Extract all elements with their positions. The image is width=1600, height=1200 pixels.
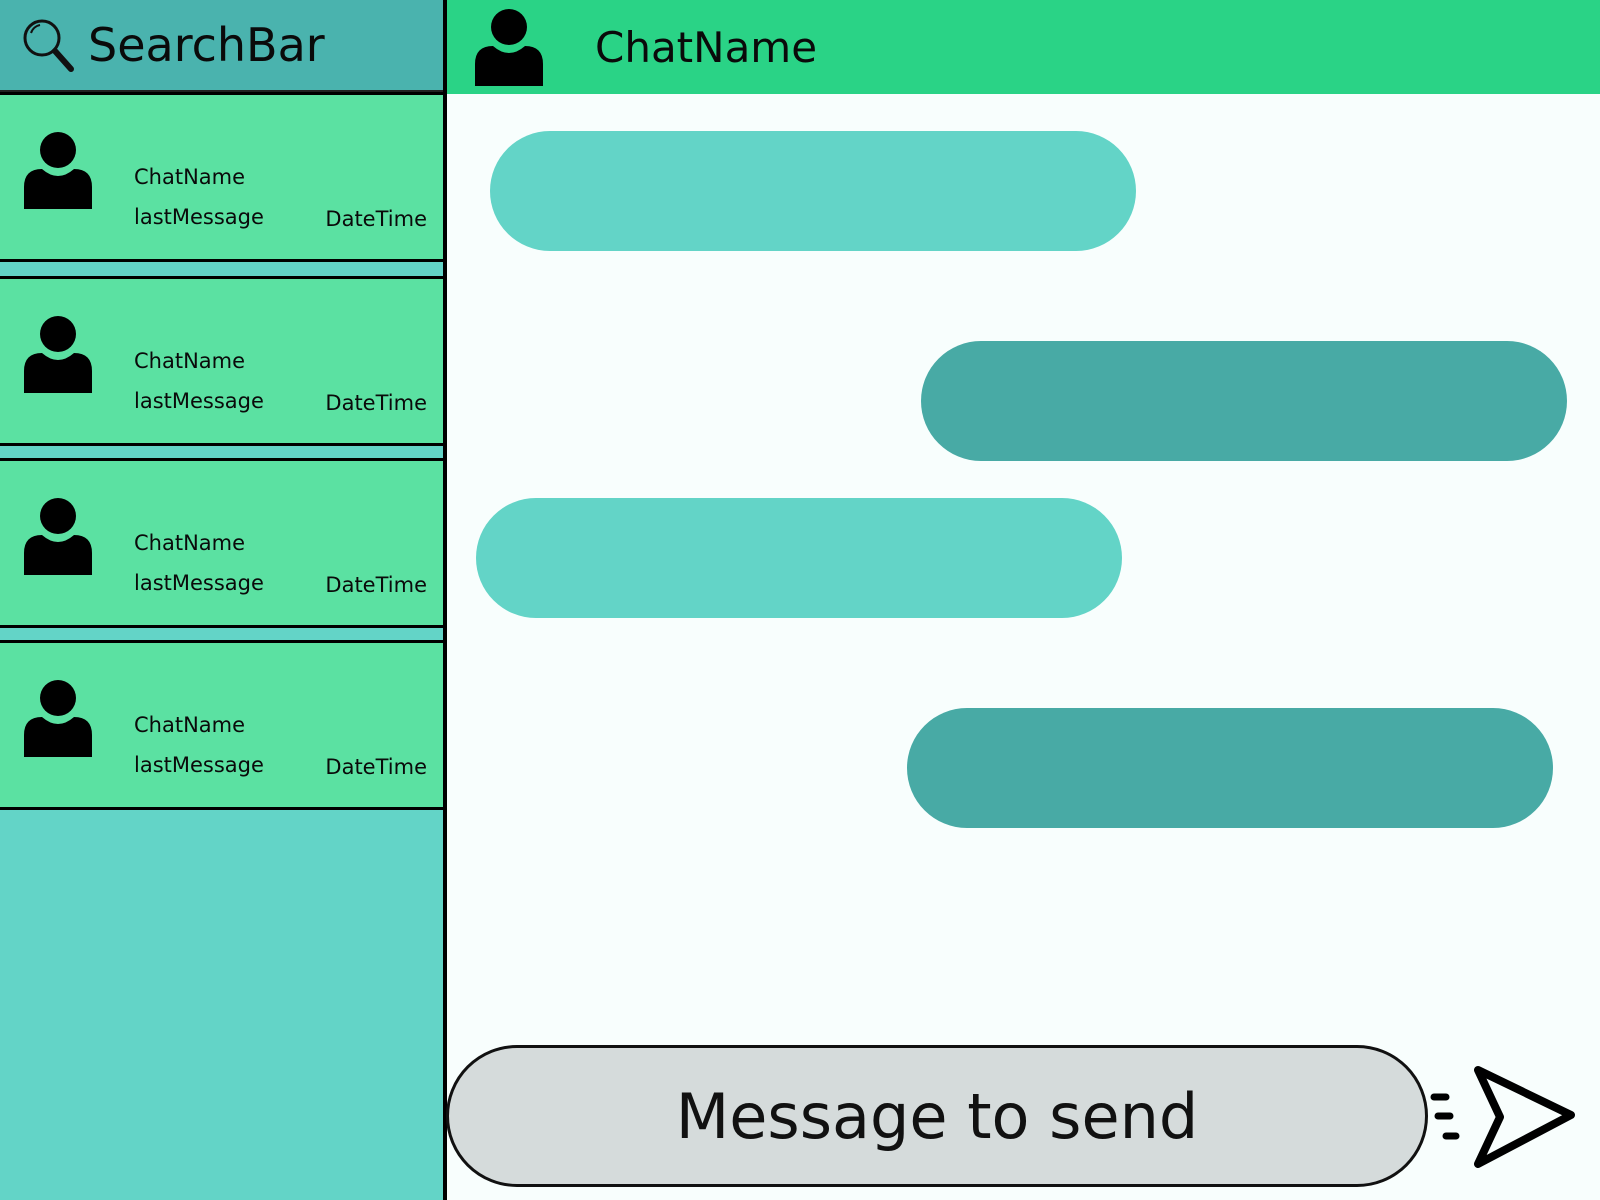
search-label: SearchBar: [88, 18, 325, 72]
chat-name: ChatName: [134, 349, 246, 373]
user-avatar-icon: [24, 498, 92, 575]
user-avatar-icon: [475, 9, 543, 86]
sidebar-divider: [443, 0, 447, 1200]
chat-header: ChatName: [447, 0, 1600, 94]
sent-message-bubble: [907, 708, 1553, 828]
chat-list-item[interactable]: ChatName lastMessage DateTime: [0, 276, 443, 446]
chat-name: ChatName: [134, 531, 246, 555]
chat-name: ChatName: [134, 165, 246, 189]
chat-list-sidebar: SearchBar ChatName lastMessage DateTime …: [0, 0, 443, 1200]
date-time: DateTime: [325, 207, 427, 231]
date-time: DateTime: [325, 755, 427, 779]
send-icon[interactable]: [1428, 1060, 1578, 1175]
search-bar[interactable]: SearchBar: [0, 0, 443, 92]
last-message: lastMessage: [134, 571, 264, 595]
message-composer[interactable]: [446, 1045, 1428, 1187]
sent-message-bubble: [921, 341, 1567, 461]
chat-list-item[interactable]: ChatName lastMessage DateTime: [0, 92, 443, 262]
last-message: lastMessage: [134, 753, 264, 777]
date-time: DateTime: [325, 391, 427, 415]
received-message-bubble: [490, 131, 1136, 251]
last-message: lastMessage: [134, 205, 264, 229]
last-message: lastMessage: [134, 389, 264, 413]
search-icon: [23, 19, 74, 72]
header-chat-name: ChatName: [595, 22, 818, 72]
chat-name: ChatName: [134, 713, 246, 737]
user-avatar-icon: [24, 132, 92, 209]
date-time: DateTime: [325, 573, 427, 597]
chat-list-item[interactable]: ChatName lastMessage DateTime: [0, 458, 443, 628]
user-avatar-icon: [24, 316, 92, 393]
chat-list-item[interactable]: ChatName lastMessage DateTime: [0, 640, 443, 810]
message-input[interactable]: [449, 1078, 1425, 1154]
user-avatar-icon: [24, 680, 92, 757]
received-message-bubble: [476, 498, 1122, 618]
